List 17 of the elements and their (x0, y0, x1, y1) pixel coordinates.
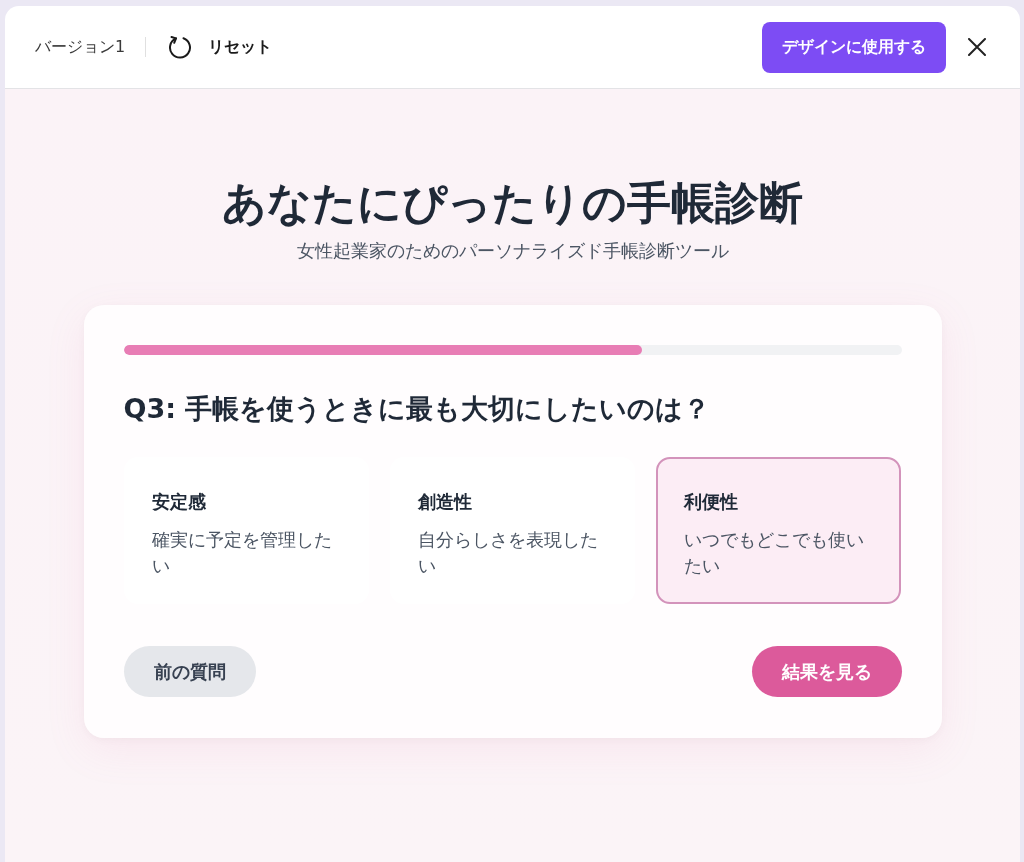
reset-icon (168, 34, 193, 60)
option-title: 利便性 (684, 490, 739, 514)
option-description: 確実に予定を管理したい (151, 529, 333, 578)
option-card[interactable]: 利便性 いつでもどこでも使いたい (656, 457, 902, 604)
option-description: いつでもどこでも使いたい (684, 529, 866, 578)
see-results-button[interactable]: 結果を見る (751, 646, 902, 697)
option-title: 安定感 (151, 490, 206, 514)
page-subtitle: 女性起業家のためのパーソナライズド手帳診断ツール (295, 239, 730, 263)
close-icon (968, 38, 986, 56)
use-in-design-button[interactable]: デザインに使用する (762, 21, 946, 73)
reset-button[interactable]: リセット (168, 34, 273, 60)
version-label: バージョン1 (35, 36, 126, 58)
previous-question-button[interactable]: 前の質問 (123, 646, 256, 697)
option-title: 創造性 (417, 490, 472, 514)
option-description: 自分らしさを表現したい (417, 529, 599, 578)
question-text: Q3: 手帳を使うときに最も大切にしたいのは？ (123, 392, 712, 426)
page-title: あなたにぴったりの手帳診断 (221, 176, 804, 230)
